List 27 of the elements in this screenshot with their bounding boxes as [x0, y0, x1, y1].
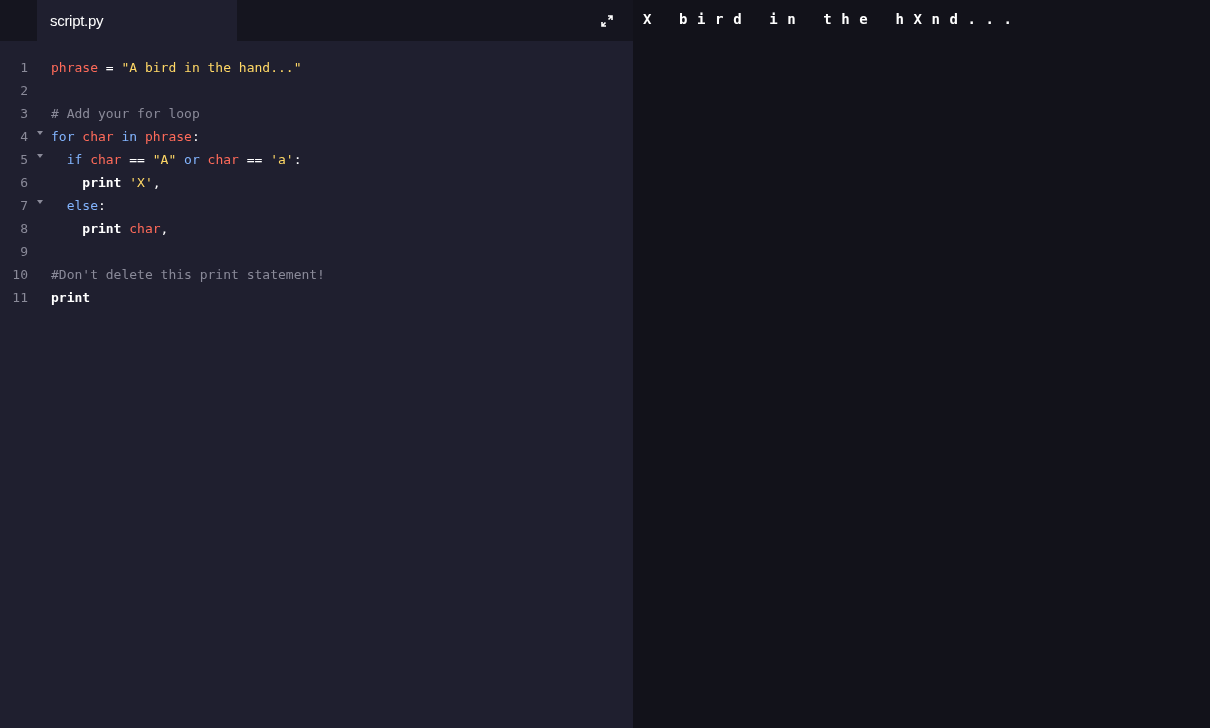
line-number: 4: [19, 129, 28, 144]
line-number: 2: [19, 83, 28, 98]
code-line: for char in phrase:: [51, 129, 200, 144]
code-line: print: [51, 290, 91, 305]
code-line: print 'X',: [81, 175, 161, 190]
line-number: 9: [19, 244, 28, 259]
code-editor[interactable]: 1 phrase = "A bird in the hand..." 2 3 # Add your for loop 4 for char in phrase: 5 if char == "A" or char == 'a': 6 print 'X', 7 else: 8 print char, 9 10 #Don't delete this print statement! 11 print: [0, 41, 633, 728]
line-number: 3: [19, 106, 28, 121]
code-line: if char == "A" or char == 'a':: [65, 152, 302, 167]
file-tab[interactable]: script.py: [37, 0, 237, 41]
code-line: phrase = "A bird in the hand...": [51, 60, 302, 75]
expand-icon[interactable]: [601, 14, 613, 27]
line-number: 11: [11, 290, 28, 305]
code-line: print char,: [81, 221, 169, 236]
line-number: 8: [19, 221, 28, 236]
line-number: 7: [19, 198, 28, 213]
fold-arrow-icon[interactable]: [36, 200, 43, 204]
output-text: X bird in the hXnd...: [643, 10, 1023, 28]
line-number: 1: [19, 60, 28, 75]
fold-arrow-icon[interactable]: [36, 154, 43, 158]
line-number: 10: [11, 267, 28, 282]
line-number: 5: [19, 152, 28, 167]
line-number: 6: [19, 175, 28, 190]
code-line: # Add your for loop: [51, 106, 200, 121]
code-line: else:: [65, 198, 106, 213]
code-line: #Don't delete this print statement!: [51, 267, 325, 282]
fold-arrow-icon[interactable]: [36, 131, 43, 135]
